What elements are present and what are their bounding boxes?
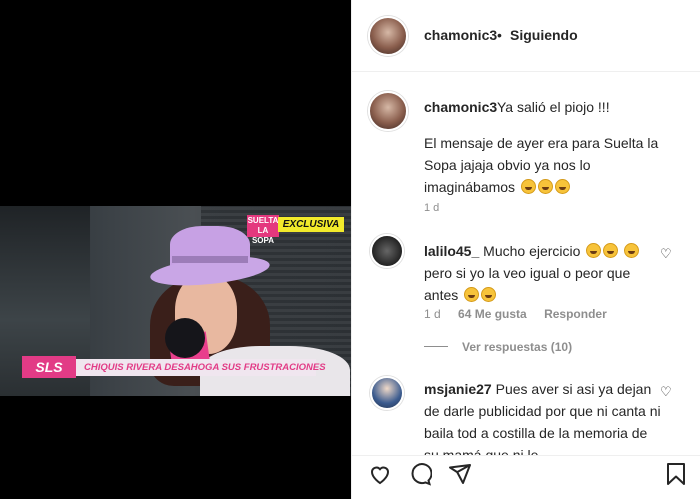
grinning-sweat-emoji-icon: [481, 287, 497, 302]
post-actions-bar: [352, 455, 700, 499]
view-replies-label: Ver respuestas (10): [462, 340, 573, 354]
comment-icon[interactable]: [408, 462, 433, 486]
like-comment-heart-icon[interactable]: ♡: [660, 246, 672, 262]
like-comment-heart-icon[interactable]: ♡: [660, 384, 672, 400]
heart-icon[interactable]: [368, 462, 392, 486]
grinning-sweat-emoji-icon: [554, 179, 570, 194]
comment-body: lalilo45_ Mucho ejercicio pero si yo la …: [424, 240, 664, 306]
lower-third: SLS CHIQUIS RIVERA DESAHOGA SUS FRUSTRAC…: [22, 356, 330, 378]
following-button[interactable]: Siguiendo: [510, 27, 578, 43]
grinning-sweat-emoji-icon: [464, 287, 480, 302]
bookmark-icon[interactable]: [664, 462, 688, 486]
lower-third-headline: CHIQUIS RIVERA DESAHOGA SUS FRUSTRACIONE…: [76, 359, 326, 376]
reply-button[interactable]: Responder: [544, 307, 607, 321]
separator-dot: •: [497, 27, 502, 43]
commenter-avatar[interactable]: [370, 376, 404, 410]
grinning-sweat-emoji-icon: [586, 243, 602, 258]
comment-likes[interactable]: 64 Me gusta: [458, 307, 527, 321]
comment-timestamp[interactable]: 1 d: [424, 307, 441, 321]
post-header: chamonic3 • Siguiendo: [352, 0, 700, 72]
caption-avatar[interactable]: [368, 91, 408, 131]
replies-divider: [424, 346, 448, 347]
comment-meta: 1 d 64 Me gusta Responder: [424, 307, 621, 321]
video-player[interactable]: SUELTA LA SOPA EXCLUSIVA SLS CHIQUIS RIV…: [0, 206, 351, 396]
caption-username[interactable]: chamonic3: [424, 99, 497, 115]
video-person-hat-band: [172, 256, 248, 263]
view-replies-button[interactable]: Ver respuestas (10): [424, 340, 572, 354]
exclusive-tag: EXCLUSIVA: [278, 217, 344, 232]
caption-body: El mensaje de ayer era para Suelta la So…: [424, 132, 684, 198]
lower-third-logo: SLS: [22, 356, 76, 378]
microphone: [165, 318, 205, 358]
rolling-laughing-emoji-icon: [537, 179, 553, 194]
post-media: SUELTA LA SOPA EXCLUSIVA SLS CHIQUIS RIV…: [0, 0, 351, 499]
caption-first-line: Ya salió el piojo !!!: [497, 99, 610, 115]
commenter-username[interactable]: lalilo45_: [424, 243, 479, 259]
caption-timestamp[interactable]: 1 d: [424, 202, 439, 214]
comment-text: pero si yo la veo igual o peor que antes: [424, 265, 631, 303]
grinning-sweat-emoji-icon: [603, 243, 619, 258]
author-avatar[interactable]: [368, 16, 408, 56]
comment-body: msjanie27 Pues aver si asi ya dejan de d…: [424, 378, 664, 466]
grinning-sweat-emoji-icon: [624, 243, 640, 258]
share-icon[interactable]: [448, 462, 472, 486]
commenter-username[interactable]: msjanie27: [424, 381, 492, 397]
comment-text: Mucho ejercicio: [483, 243, 581, 259]
author-username[interactable]: chamonic3: [424, 27, 497, 43]
rolling-laughing-emoji-icon: [520, 179, 536, 194]
commenter-avatar[interactable]: [370, 234, 404, 268]
show-logo-badge: SUELTA LA SOPA: [247, 215, 279, 245]
post-panel: chamonic3 • Siguiendo chamonic3 Ya salió…: [351, 0, 700, 499]
